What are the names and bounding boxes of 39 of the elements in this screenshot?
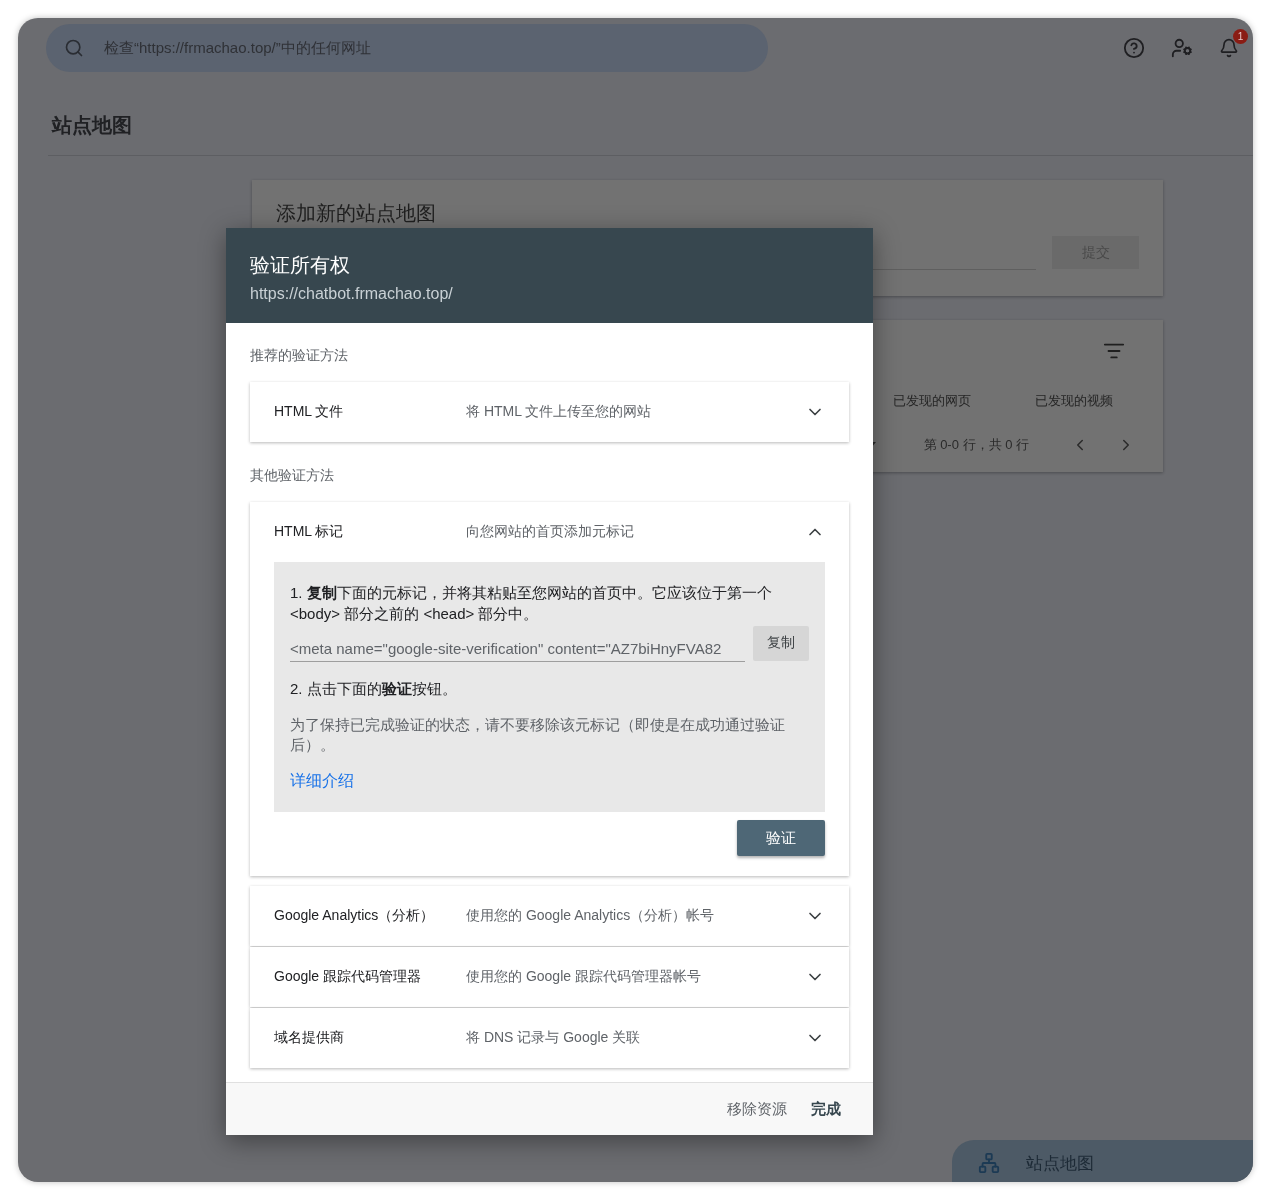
section-heading: 推荐的验证方法 — [250, 346, 349, 365]
method-name: Google Analytics（分析） — [274, 907, 436, 925]
user-settings-icon[interactable] — [1171, 37, 1193, 59]
method-header[interactable]: Google 跟踪代码管理器 使用您的 Google 跟踪代码管理器帐号 — [250, 947, 849, 1007]
meta-tag-field[interactable]: <meta name="google-site-verification" content="AZ7biHnyFVA82 — [290, 636, 745, 662]
done-button[interactable]: 完成 — [803, 1093, 849, 1125]
dialog-title: 验证所有权 — [250, 253, 351, 278]
method-header[interactable]: HTML 标记 向您网站的首页添加元标记 — [250, 502, 849, 562]
method-header[interactable]: 域名提供商 将 DNS 记录与 Google 关联 — [250, 1008, 849, 1068]
property-url: https://chatbot.frmachao.top/ — [250, 285, 454, 303]
method-name: Google 跟踪代码管理器 — [274, 968, 423, 986]
search-icon — [64, 38, 84, 58]
method-description: 使用您的 Google 跟踪代码管理器帐号 — [466, 968, 702, 986]
remove-property-button[interactable]: 移除资源 — [719, 1093, 795, 1125]
pagination-text: 第 0-0 行，共 0 行 — [923, 436, 1029, 454]
verify-button[interactable]: 验证 — [737, 820, 825, 856]
step-text: 1. 复制下面的元标记，并将其粘贴至您网站的首页中。它应该位于第一个 <body> 部分之前的 <head> 部分中。 — [290, 583, 773, 624]
notification-badge: 1 — [1233, 29, 1248, 44]
learn-more-link[interactable]: 详细介绍 — [290, 771, 354, 792]
step-text: 2. 点击下面的验证按钮。 — [290, 679, 458, 699]
method-name: HTML 文件 — [274, 403, 345, 421]
page-title: 站点地图 — [52, 113, 133, 138]
section-heading: 其他验证方法 — [250, 466, 335, 485]
column-header: 已发现的网页 — [893, 392, 971, 410]
method-name: 域名提供商 — [274, 1029, 345, 1047]
method-description: 将 HTML 文件上传至您的网站 — [466, 403, 653, 421]
column-header: 已发现的视频 — [1035, 392, 1113, 410]
note-text: 为了保持已完成验证的状态，请不要移除该元标记（即使是在成功通过验证后）。 — [290, 715, 786, 755]
method-description: 使用您的 Google Analytics（分析）帐号 — [466, 907, 716, 925]
help-icon[interactable] — [1123, 37, 1145, 59]
method-description: 将 DNS 记录与 Google 关联 — [466, 1029, 642, 1047]
sitemap-icon — [978, 1152, 1000, 1174]
notifications-icon[interactable] — [1219, 38, 1239, 58]
card-title: 添加新的站点地图 — [275, 201, 437, 226]
method-header[interactable]: Google Analytics（分析） 使用您的 Google Analytics（分析）帐号 — [250, 886, 849, 946]
copy-button[interactable]: 复制 — [753, 625, 809, 661]
method-name: HTML 标记 — [274, 523, 345, 541]
method-header[interactable]: HTML 文件 将 HTML 文件上传至您的网站 — [250, 382, 849, 442]
method-description: 向您网站的首页添加元标记 — [466, 523, 635, 541]
